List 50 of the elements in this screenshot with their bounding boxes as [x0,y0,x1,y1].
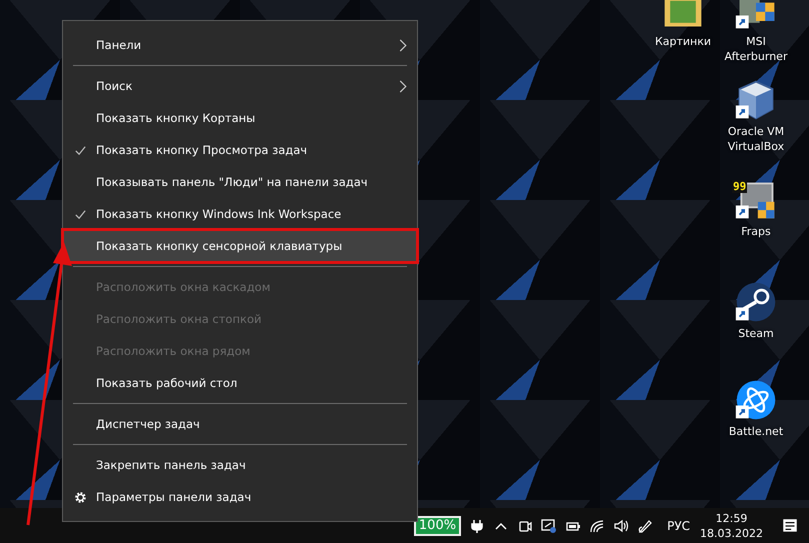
menu-item[interactable]: Показать кнопку Просмотра задач [63,134,417,166]
menu-item-label: Закрепить панель задач [96,458,246,472]
language-indicator[interactable]: РУС [667,518,690,532]
notifications-icon[interactable] [781,516,799,534]
menu-item-label: Показать кнопку сенсорной клавиатуры [96,239,342,253]
menu-item[interactable]: Диспетчер задач [63,408,417,440]
plug-icon[interactable] [469,518,486,534]
desktop-icon-label[interactable]: Steam [738,326,774,341]
menu-item[interactable]: Показать рабочий стол [63,367,417,399]
shortcut-icon[interactable] [734,378,778,422]
menu-item-label: Показать кнопку Windows Ink Workspace [96,207,342,221]
clock-date: 18.03.2022 [700,526,763,540]
menu-item[interactable]: Закрепить панель задач [63,449,417,481]
menu-item-label: Панели [96,38,142,52]
wifi-icon[interactable] [589,518,606,534]
pen-icon[interactable] [637,518,654,534]
desktop-icon-label[interactable]: MSI Afterburner [718,34,794,64]
menu-item-label: Расположить окна стопкой [96,312,262,326]
menu-item[interactable]: Параметры панели задач [63,481,417,513]
checkmark-icon [74,208,87,221]
menu-item[interactable]: Панели [63,29,417,61]
fraps-counter: 99 [732,180,748,193]
desktop-icon-label[interactable]: Battle.net [728,424,784,439]
shortcut-icon[interactable] [734,280,778,324]
menu-item[interactable]: Показать кнопку сенсорной клавиатуры [63,230,417,262]
clock-time: 12:59 [716,510,748,526]
menu-item-label: Параметры панели задач [96,490,252,504]
settings-icon [74,491,87,504]
battery-percentage: 100% [414,516,462,536]
speaker-icon[interactable] [613,518,630,534]
desktop-icon-label[interactable]: Картинки [654,34,712,49]
checkmark-icon [74,144,87,157]
menu-item-label: Показать рабочий стол [96,376,238,390]
menu-item-label: Расположить окна рядом [96,344,250,358]
menu-item[interactable]: Показать кнопку Windows Ink Workspace [63,198,417,230]
menu-item-label: Расположить окна каскадом [96,280,270,294]
menu-item[interactable]: Показывать панель "Люди" на панели задач [63,166,417,198]
menu-item-label: Показать кнопку Просмотра задач [96,143,308,157]
desktop-icon-label[interactable]: Fraps [741,224,771,239]
menu-item-label: Диспетчер задач [96,417,200,431]
menu-item-label: Показать кнопку Кортаны [96,111,256,125]
chevron-right-icon [399,39,407,52]
menu-item[interactable]: Поиск [63,70,417,102]
menu-item[interactable]: Показать кнопку Кортаны [63,102,417,134]
menu-item-label: Поиск [96,79,132,93]
desktop-icon-label[interactable]: Oracle VM VirtualBox [718,124,794,154]
chevron-right-icon [399,80,407,93]
monitor-icon[interactable] [541,518,558,534]
clock[interactable]: 12:59 18.03.2022 [700,510,763,540]
menu-item-label: Показывать панель "Люди" на панели задач [96,175,368,189]
